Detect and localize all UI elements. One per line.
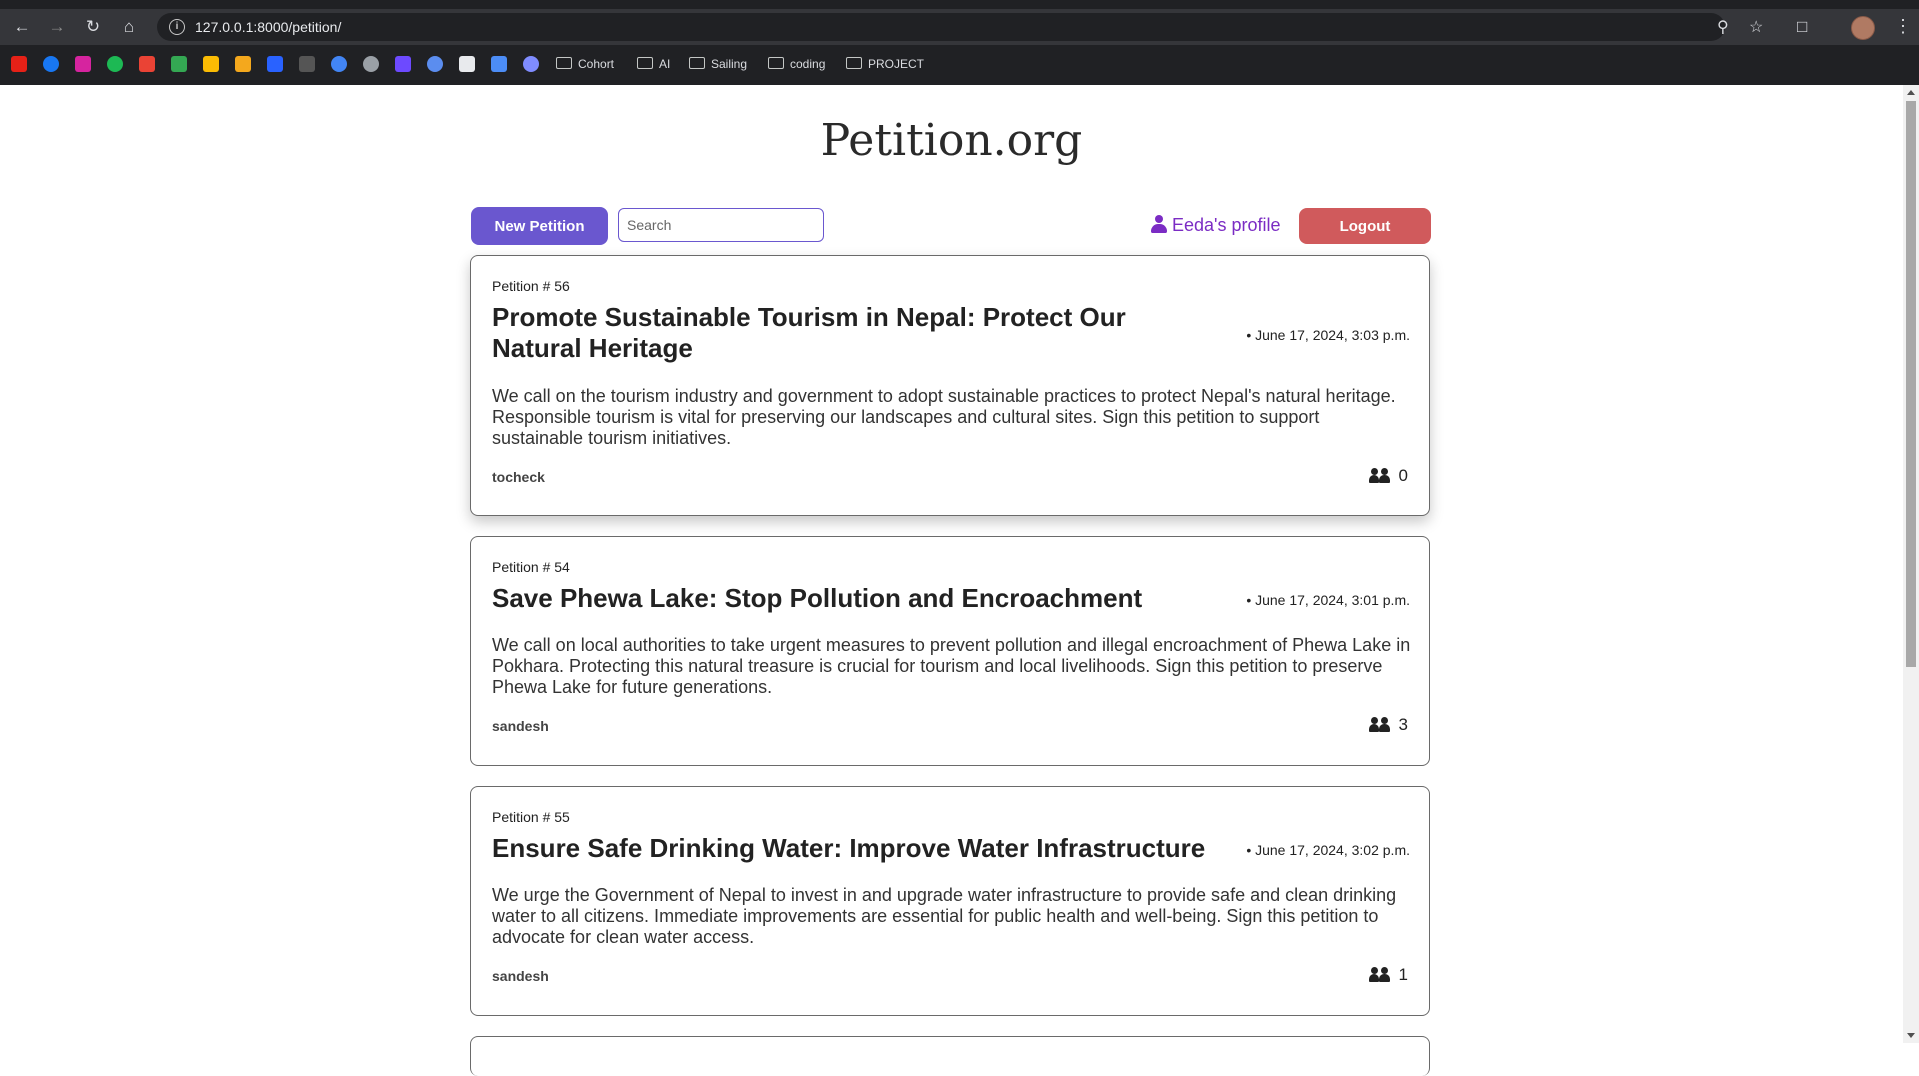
omnibox[interactable]: i 127.0.0.1:8000/petition/ ⚲ ☆ xyxy=(157,13,1763,41)
petition-date: • June 17, 2024, 3:02 p.m. xyxy=(1246,842,1410,858)
petition-card[interactable]: Petition # 55 Ensure Safe Drinking Water… xyxy=(470,786,1430,1016)
gmail-icon[interactable] xyxy=(139,56,155,72)
password-key-icon[interactable]: ⚲ xyxy=(1717,17,1729,37)
petition-description: We urge the Government of Nepal to inves… xyxy=(492,885,1397,947)
bookmark-folder-coding[interactable]: coding xyxy=(768,55,825,73)
hashnode-icon[interactable] xyxy=(267,56,283,72)
logout-button[interactable]: Logout xyxy=(1299,208,1431,244)
address-bar-row: ← → ↻ ⌂ i 127.0.0.1:8000/petition/ ⚲ ☆ □ xyxy=(0,9,1919,45)
folder-icon xyxy=(768,57,784,69)
petition-number: Petition # 55 xyxy=(492,809,570,825)
browser-chrome: ← → ↻ ⌂ i 127.0.0.1:8000/petition/ ⚲ ☆ □… xyxy=(0,0,1919,85)
facebook-icon[interactable] xyxy=(43,56,59,72)
petition-card[interactable]: Petition # 56 Promote Sustainable Touris… xyxy=(470,255,1430,516)
notion-icon[interactable] xyxy=(299,56,315,72)
bookmark-folder-ai[interactable]: AI xyxy=(637,55,670,73)
signature-count: 3 xyxy=(1368,715,1408,735)
bookmarks-bar: Cohort AI Sailing coding PROJECT xyxy=(0,51,1919,77)
petition-title[interactable]: Promote Sustainable Tourism in Nepal: Pr… xyxy=(492,302,1172,364)
folder-icon xyxy=(689,57,705,69)
petition-number: Petition # 54 xyxy=(492,559,570,575)
proton-mail-icon[interactable] xyxy=(395,56,411,72)
site-info-icon[interactable]: i xyxy=(169,19,185,35)
bookmark-folder-sailing[interactable]: Sailing xyxy=(689,55,747,73)
user-icon xyxy=(1150,215,1168,233)
bookmark-folder-project[interactable]: PROJECT xyxy=(846,55,924,73)
petition-author: sandesh xyxy=(492,968,549,984)
scrollbar-thumb[interactable] xyxy=(1906,101,1916,667)
url-text[interactable]: 127.0.0.1:8000/petition/ xyxy=(195,19,341,35)
folder-icon xyxy=(637,57,653,69)
petition-card[interactable]: Petition # 54 Save Phewa Lake: Stop Poll… xyxy=(470,536,1430,766)
petition-author: tocheck xyxy=(492,469,545,485)
bookmark-folder-cohort[interactable]: Cohort xyxy=(556,55,614,73)
scroll-down-arrow[interactable] xyxy=(1907,1033,1915,1038)
petition-date: • June 17, 2024, 3:01 p.m. xyxy=(1246,592,1410,608)
folder-icon xyxy=(556,57,572,69)
petition-card-partial[interactable] xyxy=(470,1036,1430,1076)
new-petition-button[interactable]: New Petition xyxy=(471,207,608,245)
gemini-icon[interactable] xyxy=(491,56,507,72)
github-icon[interactable] xyxy=(459,56,475,72)
petition-description: We call on local authorities to take urg… xyxy=(492,635,1411,697)
browser-profile-avatar[interactable] xyxy=(1851,16,1875,40)
back-icon[interactable]: ← xyxy=(11,16,33,38)
scroll-up-arrow[interactable] xyxy=(1907,90,1915,95)
page-content: Petition.org New Petition Eeda's profile… xyxy=(0,85,1903,1076)
petition-date: • June 17, 2024, 3:03 p.m. xyxy=(1246,327,1410,343)
petition-title[interactable]: Save Phewa Lake: Stop Pollution and Encr… xyxy=(492,583,1212,614)
extensions-icon[interactable]: □ xyxy=(1797,16,1807,38)
chrome-icon[interactable] xyxy=(331,56,347,72)
site-brand[interactable]: Petition.org xyxy=(0,115,1903,166)
openai-icon[interactable] xyxy=(363,56,379,72)
petition-number: Petition # 56 xyxy=(492,278,570,294)
folder-icon xyxy=(846,57,862,69)
users-icon xyxy=(1368,966,1391,982)
users-icon xyxy=(1368,467,1391,483)
forward-icon[interactable]: → xyxy=(46,16,68,38)
misc-icon[interactable] xyxy=(523,56,539,72)
profile-link[interactable]: Eeda's profile xyxy=(1150,215,1281,236)
petition-description: We call on the tourism industry and gove… xyxy=(492,386,1396,448)
spotify-icon[interactable] xyxy=(107,56,123,72)
keep-icon[interactable] xyxy=(203,56,219,72)
threads-icon[interactable] xyxy=(427,56,443,72)
drive-icon[interactable] xyxy=(171,56,187,72)
slides-icon[interactable] xyxy=(235,56,251,72)
search-input[interactable] xyxy=(618,208,824,242)
petition-title[interactable]: Ensure Safe Drinking Water: Improve Wate… xyxy=(492,833,1252,864)
profile-label: Eeda's profile xyxy=(1172,215,1281,235)
home-icon[interactable]: ⌂ xyxy=(118,16,140,38)
users-icon xyxy=(1368,716,1391,732)
reload-icon[interactable]: ↻ xyxy=(82,16,104,38)
youtube-icon[interactable] xyxy=(11,56,27,72)
instagram-icon[interactable] xyxy=(75,56,91,72)
browser-menu-icon[interactable]: ⋮ xyxy=(1894,15,1912,37)
signature-count: 0 xyxy=(1368,466,1408,486)
bookmark-star-icon[interactable]: ☆ xyxy=(1749,17,1763,37)
petition-author: sandesh xyxy=(492,718,549,734)
signature-count: 1 xyxy=(1368,965,1408,985)
